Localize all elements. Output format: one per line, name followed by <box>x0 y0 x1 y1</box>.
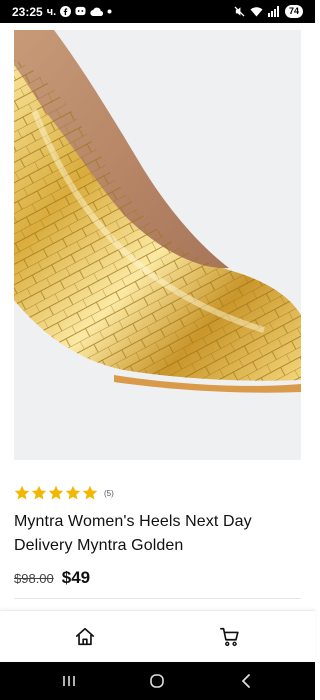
battery-icon: 74 <box>284 5 303 18</box>
product-rating[interactable]: (5) <box>14 485 114 501</box>
original-price: $98.00 <box>14 571 54 586</box>
system-nav-bar <box>0 662 315 700</box>
cloud-icon <box>90 7 104 16</box>
home-button[interactable] <box>73 625 97 649</box>
status-left: 23:25 ч. <box>12 5 112 19</box>
mute-icon <box>234 6 245 17</box>
star-icon <box>65 485 81 500</box>
wifi-icon <box>250 6 263 17</box>
star-icon <box>82 485 98 500</box>
clock: 23:25 <box>12 4 43 19</box>
home-icon <box>75 627 95 646</box>
cart-icon <box>220 627 239 647</box>
recents-button[interactable] <box>59 672 79 690</box>
gold-heel-illustration <box>14 30 301 393</box>
status-bar: 23:25 ч. 74 <box>0 0 315 23</box>
review-count[interactable]: (5) <box>104 489 114 498</box>
dot-icon <box>107 9 112 14</box>
recents-icon <box>63 676 75 686</box>
star-icon <box>14 485 30 500</box>
price-row: $98.00 $49 <box>14 568 90 588</box>
bottom-nav <box>0 610 315 662</box>
product-image[interactable] <box>14 30 301 460</box>
messenger-icon <box>75 6 86 17</box>
product-title: Myntra Women's Heels Next Day Delivery M… <box>14 513 252 554</box>
divider <box>14 598 301 599</box>
system-home-button[interactable] <box>147 672 167 690</box>
carrier-suffix: ч. <box>46 5 57 18</box>
status-right: 74 <box>234 5 303 18</box>
star-icon <box>48 485 64 500</box>
star-icon <box>31 485 47 500</box>
cart-button[interactable] <box>218 625 242 649</box>
back-button[interactable] <box>236 672 256 690</box>
sale-price: $49 <box>61 568 91 587</box>
facebook-icon <box>60 6 72 17</box>
home-circle-icon <box>150 674 164 688</box>
back-icon <box>242 674 250 688</box>
rating-stars <box>14 485 98 501</box>
signal-icon <box>267 6 280 17</box>
